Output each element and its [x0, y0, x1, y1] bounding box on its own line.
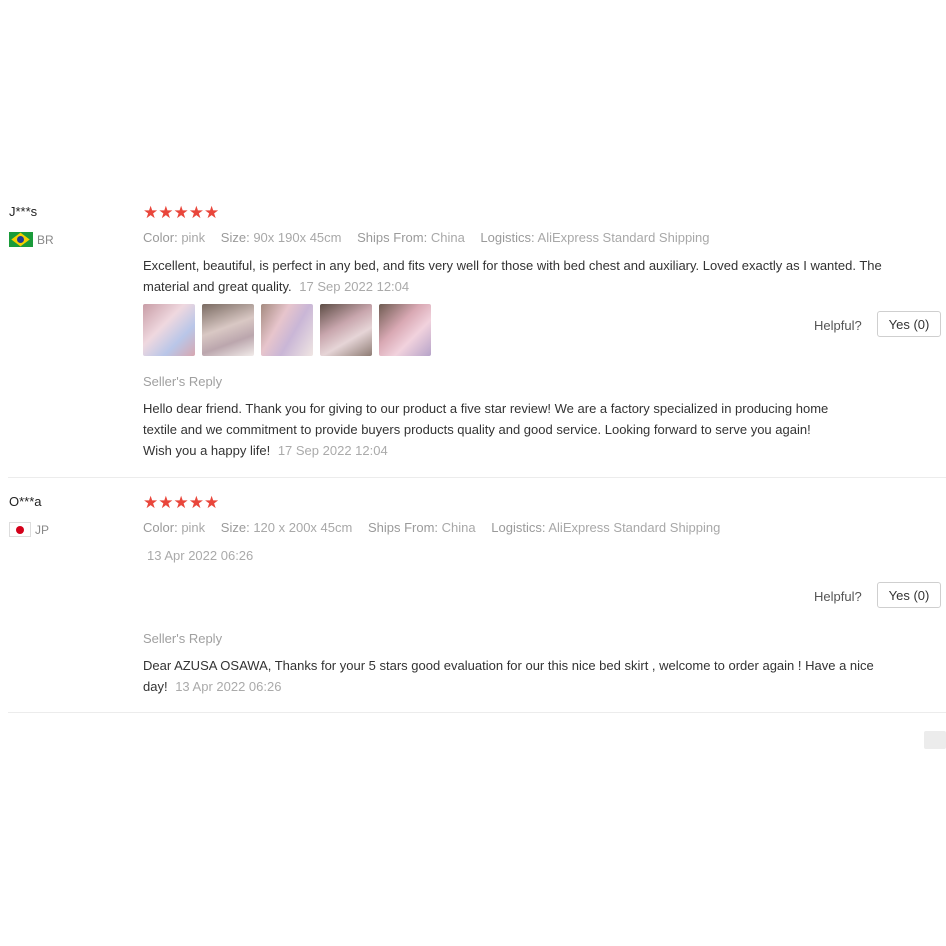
divider [8, 712, 946, 713]
brazil-flag-icon [9, 232, 33, 247]
seller-reply: Dear AZUSA OSAWA, Thanks for your 5 star… [143, 655, 878, 697]
seller-reply: Hello dear friend. Thank you for giving … [143, 398, 843, 461]
helpful-label: Helpful? [814, 318, 862, 333]
reviewer-country: JP [9, 522, 49, 537]
size-label: Size: [220, 520, 250, 535]
star-rating: ★★★★★ [143, 493, 220, 512]
seller-reply-timestamp: 17 Sep 2022 12:04 [277, 443, 388, 458]
review-attributes: Color: pink Size: 90x 190x 45cm Ships Fr… [143, 230, 722, 245]
seller-reply-timestamp: 13 Apr 2022 06:26 [175, 679, 282, 694]
logistics-value: AliExpress Standard Shipping [548, 520, 721, 535]
seller-reply-text: Hello dear friend. Thank you for giving … [143, 401, 829, 458]
color-label: Color: [143, 230, 178, 245]
country-code: BR [37, 232, 54, 247]
size-value: 120 x 200x 45cm [253, 520, 353, 535]
review-photo[interactable] [320, 304, 372, 356]
logistics-value: AliExpress Standard Shipping [537, 230, 710, 245]
review-body: Excellent, beautiful, is perfect in any … [143, 258, 882, 294]
logistics-label: Logistics: [480, 230, 535, 245]
review-timestamp: 17 Sep 2022 12:04 [299, 279, 410, 294]
review-text: Excellent, beautiful, is perfect in any … [143, 255, 903, 297]
review-attributes: Color: pink Size: 120 x 200x 45cm Ships … [143, 520, 732, 535]
star-rating: ★★★★★ [143, 203, 220, 222]
color-value: pink [181, 230, 206, 245]
seller-reply-label: Seller's Reply [143, 374, 223, 389]
logistics-label: Logistics: [491, 520, 546, 535]
size-value: 90x 190x 45cm [253, 230, 342, 245]
ships-from-label: Ships From: [357, 230, 428, 245]
helpful-yes-button[interactable]: Yes (0) [877, 582, 941, 608]
reviewer-name: J***s [9, 204, 38, 219]
scroll-top-button[interactable] [924, 731, 946, 749]
review-photos [143, 304, 438, 356]
review-photo[interactable] [202, 304, 254, 356]
review-photo[interactable] [143, 304, 195, 356]
reviewer-name: O***a [9, 494, 42, 509]
ships-from-value: China [441, 520, 476, 535]
helpful-yes-button[interactable]: Yes (0) [877, 311, 941, 337]
reviewer-country: BR [9, 232, 54, 247]
review-photo[interactable] [261, 304, 313, 356]
seller-reply-label: Seller's Reply [143, 631, 223, 646]
color-label: Color: [143, 520, 178, 535]
japan-flag-icon [9, 522, 31, 537]
size-label: Size: [220, 230, 250, 245]
ships-from-value: China [430, 230, 465, 245]
ships-from-label: Ships From: [367, 520, 439, 535]
review-timestamp: 13 Apr 2022 06:26 [147, 548, 254, 563]
color-value: pink [181, 520, 206, 535]
divider [8, 477, 946, 478]
review-photo[interactable] [379, 304, 431, 356]
helpful-label: Helpful? [814, 589, 862, 604]
country-code: JP [35, 522, 50, 537]
